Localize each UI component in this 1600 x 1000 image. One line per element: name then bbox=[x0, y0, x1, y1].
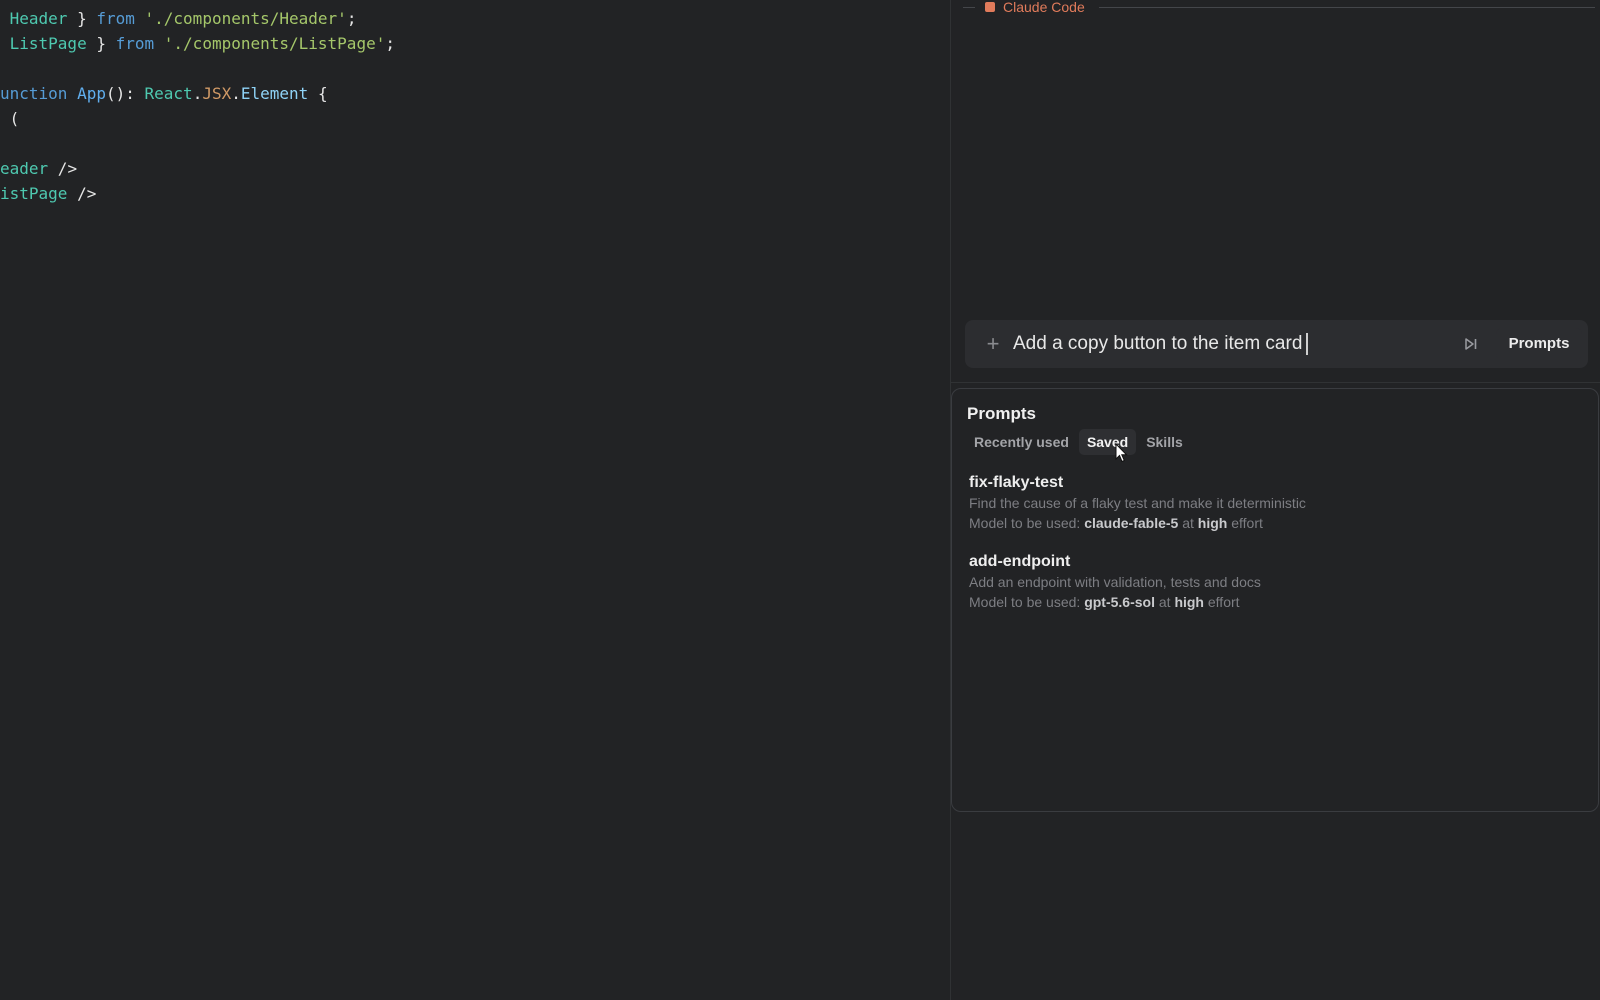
code-line: Header } from './components/Header'; bbox=[0, 7, 357, 31]
model-name: claude-fable-5 bbox=[1084, 515, 1179, 531]
text-caret bbox=[1306, 333, 1309, 355]
header-rule-left bbox=[963, 7, 975, 8]
code-token: Header bbox=[0, 9, 68, 28]
tab-skills[interactable]: Skills bbox=[1138, 429, 1191, 455]
code-token: } bbox=[67, 9, 97, 28]
code-token: eader bbox=[0, 159, 49, 178]
prompts-button[interactable]: Prompts bbox=[1496, 328, 1582, 360]
prompt-name: fix-flaky-test bbox=[969, 474, 1064, 491]
effort-level: high bbox=[1197, 515, 1228, 531]
code-token: (): bbox=[105, 84, 145, 103]
code-token: ( bbox=[0, 109, 20, 128]
code-token: from bbox=[115, 34, 155, 53]
header-rule-right bbox=[1099, 7, 1595, 8]
prompts-tabs: Recently used Saved Skills bbox=[966, 429, 1191, 455]
prompt-input-value: Add a copy button to the item card bbox=[1013, 333, 1303, 354]
mouse-pointer-icon bbox=[1115, 443, 1128, 463]
claude-code-panel: Claude Code + Add a copy button to the i… bbox=[951, 0, 1600, 1000]
input-separator bbox=[951, 382, 1600, 383]
prompt-input-bar[interactable]: + Add a copy button to the item card Pro… bbox=[965, 320, 1588, 368]
skip-forward-icon[interactable] bbox=[1463, 336, 1479, 352]
prompt-input[interactable]: Add a copy button to the item card bbox=[1013, 333, 1309, 355]
tab-recently-used[interactable]: Recently used bbox=[966, 429, 1077, 455]
effort-suffix: effort bbox=[1207, 594, 1240, 610]
code-token: /> bbox=[67, 184, 97, 203]
code-token: /> bbox=[48, 159, 78, 178]
code-token: Element bbox=[240, 84, 309, 103]
model-at: at bbox=[1182, 515, 1194, 531]
code-editor[interactable]: Header } from './components/Header'; Lis… bbox=[0, 0, 950, 1000]
prompt-model-line: Model to be used: gpt-5.6-sol at high ef… bbox=[969, 592, 1569, 612]
prompt-description: Find the cause of a flaky test and make … bbox=[969, 495, 1306, 511]
code-line: ( bbox=[0, 107, 20, 131]
code-token: . bbox=[192, 84, 203, 103]
plus-icon[interactable]: + bbox=[983, 333, 1003, 355]
prompt-item-fix-flaky-test[interactable]: fix-flaky-test Find the cause of a flaky… bbox=[969, 473, 1569, 533]
code-token: App bbox=[77, 84, 106, 103]
code-token: from bbox=[96, 9, 135, 28]
prompts-popover: Prompts Recently used Saved Skills fix-f… bbox=[951, 388, 1599, 812]
code-token: './components/ListPage' bbox=[163, 34, 386, 53]
code-token: . bbox=[231, 84, 241, 103]
prompt-model-line: Model to be used: claude-fable-5 at high… bbox=[969, 513, 1569, 533]
prompt-name: add-endpoint bbox=[969, 553, 1071, 570]
code-token: } bbox=[86, 34, 116, 53]
code-token: JSX bbox=[202, 84, 232, 103]
code-token: { bbox=[308, 84, 328, 103]
status-square-icon bbox=[985, 2, 995, 12]
code-token: unction bbox=[0, 84, 68, 103]
model-at: at bbox=[1158, 594, 1171, 610]
code-line: istPage /> bbox=[0, 182, 96, 206]
effort-suffix: effort bbox=[1231, 515, 1263, 531]
panel-title: Claude Code bbox=[1003, 0, 1085, 15]
code-token: React bbox=[144, 84, 193, 103]
code-line: unction App(): React.JSX.Element { bbox=[0, 82, 328, 106]
effort-level: high bbox=[1174, 594, 1204, 610]
code-token: ; bbox=[346, 9, 357, 28]
code-line: eader /> bbox=[0, 157, 77, 181]
model-prefix: Model to be used: bbox=[969, 515, 1081, 531]
code-token: istPage bbox=[0, 184, 68, 203]
code-token: ListPage bbox=[0, 34, 87, 53]
app-window: Header } from './components/Header'; Lis… bbox=[0, 0, 1600, 1000]
model-name: gpt-5.6-sol bbox=[1084, 594, 1155, 610]
code-token: ; bbox=[385, 34, 395, 53]
panel-header: Claude Code bbox=[963, 0, 1595, 16]
popover-title: Prompts bbox=[967, 404, 1036, 423]
prompt-item-add-endpoint[interactable]: add-endpoint Add an endpoint with valida… bbox=[969, 552, 1569, 612]
model-prefix: Model to be used: bbox=[969, 594, 1081, 610]
code-line: ListPage } from './components/ListPage'; bbox=[0, 32, 395, 56]
code-token: './components/Header' bbox=[144, 9, 347, 28]
prompt-description: Add an endpoint with validation, tests a… bbox=[969, 574, 1261, 590]
